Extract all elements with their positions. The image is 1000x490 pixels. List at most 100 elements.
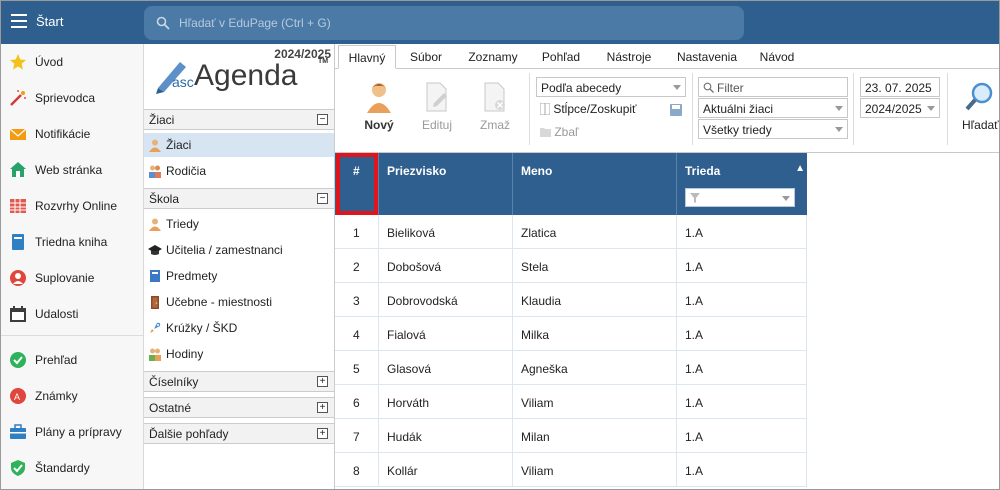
agenda-item-rodicia[interactable]: Rodičia [144, 159, 334, 183]
expand-toggle-icon[interactable]: + [317, 376, 328, 387]
delete-button[interactable]: Zmaž [469, 73, 521, 133]
tab-nastroje[interactable]: Nástroje [599, 45, 659, 69]
table-cell: Stela [513, 249, 677, 283]
nav-label: Triedna kniha [35, 235, 108, 249]
search-icon [156, 16, 170, 30]
nav-item-web-stranka[interactable]: Web stránka [1, 154, 143, 184]
ribbon-divider [947, 73, 948, 145]
cell-text: 1.A [685, 362, 704, 376]
search-input[interactable]: Hľadať v EduPage (Ctrl + G) [144, 6, 744, 40]
tab-zoznamy[interactable]: Zoznamy [461, 45, 525, 69]
expand-toggle-icon[interactable]: + [317, 428, 328, 439]
cell-text: 3 [353, 294, 360, 308]
nav-item-znamky[interactable]: A Známky [1, 380, 143, 410]
new-button[interactable]: Nový [353, 73, 405, 133]
section-ciselniky[interactable]: Číselníky + [144, 371, 334, 392]
search-button[interactable]: Hľadať [955, 73, 999, 133]
ribbon-divider [853, 73, 854, 145]
tab-pohlad[interactable]: Pohľad [535, 45, 587, 69]
section-ziaci[interactable]: Žiaci − [144, 109, 334, 130]
filter-input[interactable]: Filter [698, 77, 848, 97]
timetable-icon [10, 199, 26, 213]
chevron-down-icon [927, 106, 935, 111]
edit-document-icon [426, 82, 447, 112]
column-header-trieda[interactable]: Trieda ▲ [677, 153, 807, 215]
expand-toggle-icon[interactable]: + [317, 402, 328, 413]
agenda-item-ucebne[interactable]: Učebne - miestnosti [144, 290, 334, 314]
cell-text: 7 [353, 430, 360, 444]
funnel-icon [690, 193, 700, 203]
sort-dropdown[interactable]: Podľa abecedy [536, 77, 686, 97]
agenda-item-kruzky[interactable]: Krúžky / ŠKD [144, 316, 334, 340]
edit-button[interactable]: Edituj [411, 73, 463, 133]
nav-label: Udalosti [35, 307, 79, 321]
save-icon[interactable] [670, 104, 682, 116]
logo-tm-text: TM [318, 58, 329, 65]
section-dalsie-pohlady[interactable]: Ďalšie pohľady + [144, 423, 334, 444]
classes-filter-dropdown[interactable]: Všetky triedy [698, 119, 848, 139]
table-row[interactable]: 3 Dobrovodská Klaudia 1.A [335, 283, 807, 317]
nav-item-triedna-kniha[interactable]: Triedna kniha [1, 226, 143, 256]
columns-group-button[interactable]: Stĺpce/Zoskupiť [539, 102, 637, 116]
table-row[interactable]: 1 Bieliková Zlatica 1.A [335, 215, 807, 249]
nav-item-rozvrhy-online[interactable]: Rozvrhy Online [1, 190, 143, 220]
collapse-button[interactable]: Zbaľ [540, 125, 579, 139]
table-row[interactable]: 5 Glasová Agneška 1.A [335, 351, 807, 385]
table-cell: 1.A [677, 249, 807, 283]
tab-hlavny[interactable]: Hlavný [338, 45, 396, 69]
section-label: Ostatné [149, 401, 192, 415]
person-add-icon [367, 83, 391, 113]
agenda-item-ziaci[interactable]: Žiaci [144, 133, 334, 157]
column-header-priezvisko[interactable]: Priezvisko [379, 153, 513, 215]
table-cell: Zlatica [513, 215, 677, 249]
tab-nastavenia[interactable]: Nastavenia [671, 45, 743, 69]
nav-item-notifikacie[interactable]: Notifikácie [1, 118, 143, 148]
school-year-dropdown[interactable]: 2024/2025 [860, 98, 940, 118]
table-cell: 5 [335, 351, 379, 385]
date-value: 23. 07. 2025 [865, 81, 932, 95]
app-title[interactable]: Štart [36, 14, 63, 29]
date-field[interactable]: 23. 07. 2025 [860, 77, 940, 97]
table-cell: Hudák [379, 419, 513, 453]
nav-item-plany-a-pripravy[interactable]: Plány a prípravy [1, 416, 143, 446]
collapse-toggle-icon[interactable]: − [317, 114, 328, 125]
edit-button-label: Edituj [421, 118, 453, 132]
students-filter-dropdown[interactable]: Aktuálni žiaci [698, 98, 848, 118]
nav-item-suplovanie[interactable]: Suplovanie [1, 262, 143, 292]
cell-text: Agneška [521, 362, 568, 376]
column-header-meno[interactable]: Meno [513, 153, 677, 215]
section-ostatne[interactable]: Ostatné + [144, 397, 334, 418]
cell-text: 1.A [685, 396, 704, 410]
parents-icon [149, 165, 161, 178]
table-cell: Kollár [379, 453, 513, 487]
table-cell: 1.A [677, 283, 807, 317]
tab-navod[interactable]: Návod [753, 45, 801, 69]
chevron-down-icon [782, 196, 790, 201]
nav-item-standardy[interactable]: Štandardy [1, 452, 143, 482]
magic-wand-icon [10, 90, 26, 106]
calendar-icon [10, 306, 26, 322]
nav-label: Známky [35, 389, 78, 403]
student-icon [149, 139, 161, 152]
table-row[interactable]: 4 Fialová Milka 1.A [335, 317, 807, 351]
hamburger-menu-icon[interactable] [11, 14, 27, 28]
tab-subor[interactable]: Súbor [401, 45, 451, 69]
nav-item-udalosti[interactable]: Udalosti [1, 298, 143, 328]
agenda-item-ucitelia[interactable]: Učitelia / zamestnanci [144, 238, 334, 262]
section-skola[interactable]: Škola − [144, 188, 334, 209]
svg-text:A: A [14, 392, 20, 402]
column-filter-dropdown[interactable] [685, 188, 795, 207]
nav-item-sprievodca[interactable]: Sprievodca [1, 82, 143, 112]
table-row[interactable]: 8 Kollár Viliam 1.A [335, 453, 807, 487]
nav-item-prehlad[interactable]: Prehľad [1, 344, 143, 374]
columns-icon [539, 102, 551, 116]
agenda-item-hodiny[interactable]: Hodiny [144, 342, 334, 366]
agenda-item-predmety[interactable]: Predmety [144, 264, 334, 288]
table-row[interactable]: 2 Dobošová Stela 1.A [335, 249, 807, 283]
agenda-item-triedy[interactable]: Triedy [144, 212, 334, 236]
nav-item-uvod[interactable]: Úvod [1, 46, 143, 76]
table-row[interactable]: 7 Hudák Milan 1.A [335, 419, 807, 453]
table-cell: 8 [335, 453, 379, 487]
table-row[interactable]: 6 Horváth Viliam 1.A [335, 385, 807, 419]
collapse-toggle-icon[interactable]: − [317, 193, 328, 204]
